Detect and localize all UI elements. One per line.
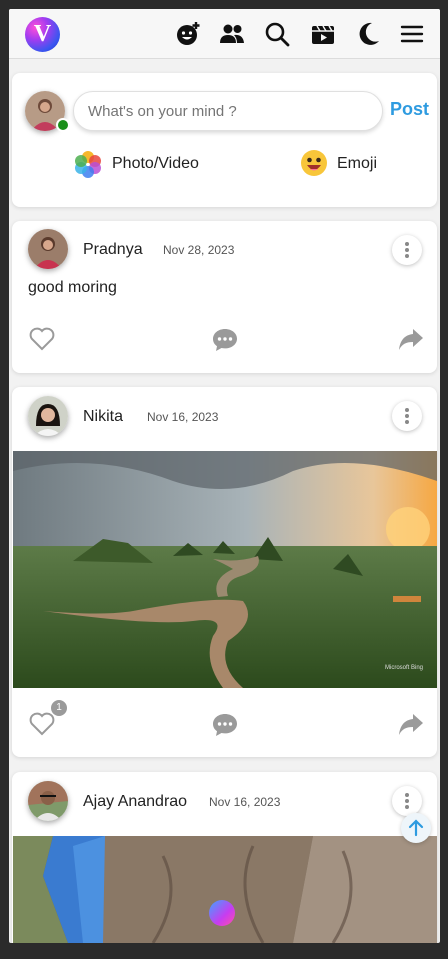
share-icon[interactable]	[397, 710, 425, 738]
loading-spinner	[209, 900, 235, 926]
author-name[interactable]: Pradnya	[83, 241, 143, 259]
author-name[interactable]: Nikita	[83, 408, 123, 426]
app-frame: V Post	[9, 9, 440, 943]
post-composer-input[interactable]	[73, 91, 383, 131]
post-image-landscape[interactable]: Microsoft Bing	[13, 451, 437, 688]
author-avatar[interactable]	[28, 396, 68, 436]
scroll-to-top-button[interactable]	[401, 813, 431, 843]
photo-video-icon[interactable]	[73, 149, 103, 179]
author-avatar[interactable]	[28, 781, 68, 821]
search-icon[interactable]	[264, 21, 290, 47]
image-watermark: Microsoft Bing	[385, 665, 423, 671]
friends-icon[interactable]	[219, 21, 245, 47]
post-text: good moring	[28, 279, 117, 296]
post-options-button[interactable]	[392, 786, 422, 816]
photo-video-label[interactable]: Photo/Video	[112, 155, 199, 173]
post-date: Nov 28, 2023	[163, 243, 235, 257]
share-icon[interactable]	[397, 325, 425, 353]
like-count-badge: 1	[51, 700, 67, 716]
post-options-button[interactable]	[392, 235, 422, 265]
post-date: Nov 16, 2023	[209, 795, 281, 809]
post-button[interactable]: Post	[390, 99, 429, 120]
author-name[interactable]: Ajay Anandrao	[83, 793, 187, 811]
like-heart-icon[interactable]	[28, 710, 56, 738]
arrow-up-icon	[408, 819, 424, 837]
author-avatar[interactable]	[28, 229, 68, 269]
post-options-button[interactable]	[392, 401, 422, 431]
top-navigation-bar: V	[9, 9, 440, 59]
post-date: Nov 16, 2023	[147, 410, 219, 424]
emoji-label[interactable]: Emoji	[337, 155, 377, 173]
online-status-indicator	[56, 118, 70, 132]
app-logo[interactable]: V	[25, 17, 60, 52]
dark-mode-moon-icon[interactable]	[355, 21, 381, 47]
like-heart-icon[interactable]	[28, 325, 56, 353]
post-image-canyon[interactable]	[13, 836, 437, 943]
add-emoji-icon[interactable]	[175, 21, 201, 47]
hamburger-menu-icon[interactable]	[399, 21, 425, 47]
comment-icon[interactable]	[211, 710, 239, 738]
reels-icon[interactable]	[310, 21, 336, 47]
comment-icon[interactable]	[211, 325, 239, 353]
emoji-icon[interactable]	[300, 149, 328, 177]
